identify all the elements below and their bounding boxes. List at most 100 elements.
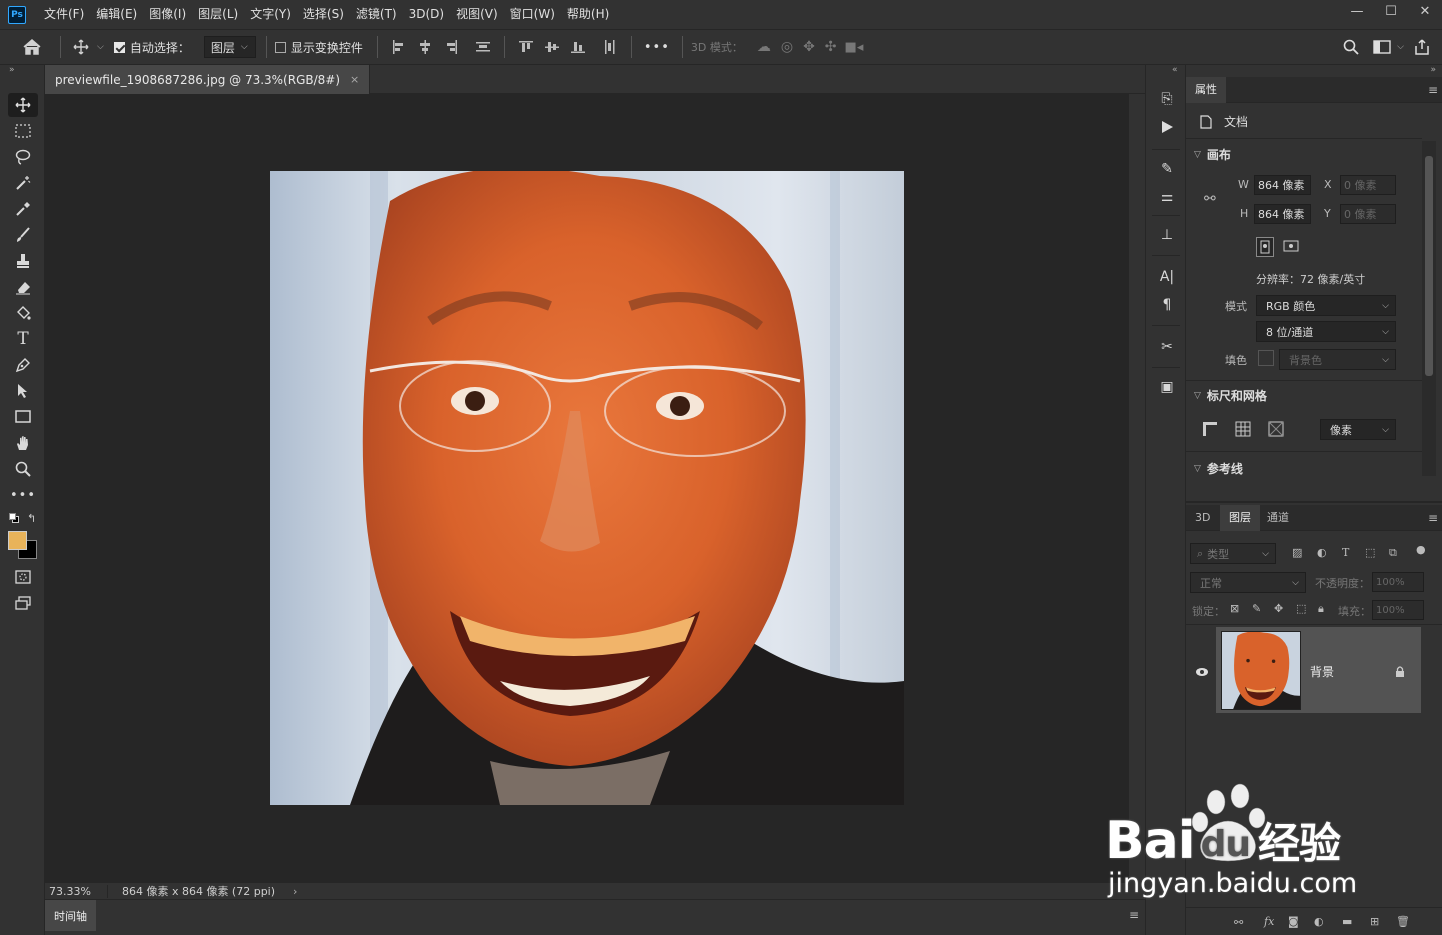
align-vcenter-button[interactable] — [539, 37, 565, 57]
filter-adjustment-icon[interactable]: ◐ — [1317, 546, 1327, 559]
pixel-grid-icon[interactable] — [1268, 421, 1284, 437]
menu-select[interactable]: 选择(S) — [297, 0, 350, 29]
character-panel-button[interactable]: A| — [1154, 265, 1180, 289]
default-colors-icon[interactable] — [9, 513, 19, 523]
libraries-button[interactable]: ▣ — [1154, 375, 1180, 399]
adjustments-button[interactable]: ⚌ — [1154, 185, 1180, 209]
distribute-horizontal-button[interactable] — [597, 37, 623, 57]
3d-orbit-icon[interactable]: ☁ — [757, 39, 771, 55]
adjustment-layer-icon[interactable]: ◐ — [1314, 915, 1324, 928]
align-bottom-button[interactable] — [565, 37, 591, 57]
document-image[interactable] — [270, 171, 904, 805]
move-tool[interactable] — [8, 93, 38, 117]
delete-layer-icon[interactable]: 🗑︎ — [1396, 915, 1410, 928]
panel-menu-icon[interactable]: ≡ — [1129, 908, 1139, 922]
canvas-section-header[interactable]: ▽ 画布 — [1194, 146, 1231, 163]
properties-scrollbar[interactable] — [1422, 141, 1436, 476]
eraser-tool[interactable] — [8, 275, 38, 299]
eyedropper-tool[interactable] — [8, 197, 38, 221]
menu-image[interactable]: 图像(I) — [143, 0, 192, 29]
layer-filter-select[interactable]: ⌕ 类型 ⌵ — [1190, 543, 1276, 564]
menu-window[interactable]: 窗口(W) — [504, 0, 561, 29]
grid-icon[interactable] — [1235, 421, 1251, 437]
tab-channels[interactable]: 通道 — [1258, 505, 1298, 531]
zoom-level[interactable]: 73.33% — [45, 884, 108, 898]
menu-help[interactable]: 帮助(H) — [561, 0, 615, 29]
status-menu-arrow[interactable]: › — [293, 885, 297, 898]
lock-all-icon[interactable]: 🔒︎ — [1318, 602, 1324, 616]
rulers-section-header[interactable]: ▽ 标尺和网格 — [1194, 387, 1267, 404]
tab-3d[interactable]: 3D — [1186, 505, 1219, 531]
paint-bucket-tool[interactable] — [8, 301, 38, 325]
path-selection-tool[interactable] — [8, 379, 38, 403]
fill-swatch[interactable] — [1258, 350, 1274, 366]
auto-select-checkbox[interactable] — [113, 41, 125, 53]
lock-pixels-icon[interactable]: ✎ — [1252, 602, 1261, 615]
collapse-icon[interactable]: « — [1172, 65, 1178, 75]
edit-toolbar-button[interactable]: ••• — [8, 483, 38, 507]
align-left-button[interactable] — [386, 37, 412, 57]
opacity-field[interactable]: 100% — [1372, 572, 1424, 592]
new-layer-icon[interactable]: ⊞ — [1370, 915, 1379, 928]
search-icon[interactable] — [1343, 39, 1359, 55]
filter-image-icon[interactable]: ▨ — [1292, 546, 1302, 559]
menu-type[interactable]: 文字(Y) — [244, 0, 297, 29]
align-top-button[interactable] — [513, 37, 539, 57]
new-group-icon[interactable]: ▬ — [1342, 915, 1352, 928]
menu-file[interactable]: 文件(F) — [38, 0, 90, 29]
menu-edit[interactable]: 编辑(E) — [90, 0, 143, 29]
lock-transparent-icon[interactable]: ⊠ — [1230, 602, 1239, 615]
layer-row-background[interactable]: 背景 — [1216, 627, 1421, 713]
brush-settings-button[interactable]: ✎ — [1154, 157, 1180, 181]
y-field[interactable]: 0 像素 — [1340, 204, 1396, 224]
restore-button[interactable]: ☐ — [1374, 0, 1408, 22]
lock-artboard-icon[interactable]: ⬚ — [1296, 602, 1306, 615]
unit-select[interactable]: 像素 ⌵ — [1320, 419, 1396, 440]
workspace-icon[interactable] — [1373, 40, 1391, 54]
chevron-down-icon[interactable]: ⌵ — [97, 42, 104, 52]
add-mask-icon[interactable]: ◙ — [1288, 915, 1299, 928]
distribute-vertical-button[interactable] — [470, 37, 496, 57]
3d-camera-icon[interactable]: ■◂ — [845, 40, 864, 55]
filter-smart-object-icon[interactable]: ⧉ — [1389, 546, 1397, 560]
screen-mode-button[interactable] — [8, 591, 38, 615]
link-icon[interactable]: ⚯ — [1204, 191, 1216, 207]
stamp-tool[interactable] — [8, 249, 38, 273]
lock-position-icon[interactable]: ✥ — [1274, 602, 1283, 615]
swap-colors-icon[interactable]: ↰ — [27, 512, 36, 525]
fx-icon[interactable]: fx — [1264, 915, 1274, 928]
more-options-button[interactable]: ••• — [644, 40, 670, 55]
3d-slide-icon[interactable]: ✣ — [825, 39, 837, 55]
fill-field[interactable]: 100% — [1372, 600, 1424, 620]
rectangle-tool[interactable] — [8, 405, 38, 429]
blend-mode-select[interactable]: 正常 ⌵ — [1190, 572, 1306, 593]
guides-section-header[interactable]: ▽ 参考线 — [1194, 460, 1243, 477]
tab-layers[interactable]: 图层 — [1220, 505, 1260, 531]
close-button[interactable]: ✕ — [1408, 0, 1442, 22]
hand-tool[interactable] — [8, 431, 38, 455]
menu-filter[interactable]: 滤镜(T) — [350, 0, 403, 29]
paragraph-panel-button[interactable]: ¶ — [1154, 293, 1180, 317]
align-right-button[interactable] — [438, 37, 464, 57]
ruler-icon[interactable] — [1202, 421, 1218, 437]
minimize-button[interactable]: — — [1340, 0, 1374, 22]
brush-tool[interactable] — [8, 223, 38, 247]
collapse-icon[interactable]: » — [9, 65, 15, 75]
filter-toggle-icon[interactable]: ● — [1416, 543, 1426, 556]
portrait-orientation-button[interactable] — [1256, 237, 1274, 257]
timeline-tab[interactable]: 时间轴 — [45, 900, 96, 931]
width-field[interactable]: 864 像素 — [1254, 175, 1311, 195]
layer-name[interactable]: 背景 — [1310, 663, 1334, 680]
type-tool[interactable]: T — [8, 327, 38, 351]
chevron-down-icon[interactable]: ⌵ — [1397, 42, 1404, 52]
share-icon[interactable] — [1414, 39, 1430, 55]
eye-icon[interactable] — [1195, 667, 1209, 677]
foreground-color-swatch[interactable] — [8, 531, 27, 550]
height-field[interactable]: 864 像素 — [1254, 204, 1311, 224]
quick-mask-button[interactable] — [8, 565, 38, 589]
magic-wand-tool[interactable] — [8, 171, 38, 195]
align-hcenter-button[interactable] — [412, 37, 438, 57]
landscape-orientation-button[interactable] — [1282, 237, 1302, 257]
marquee-tool[interactable] — [8, 119, 38, 143]
canvas-area[interactable] — [45, 94, 1129, 882]
